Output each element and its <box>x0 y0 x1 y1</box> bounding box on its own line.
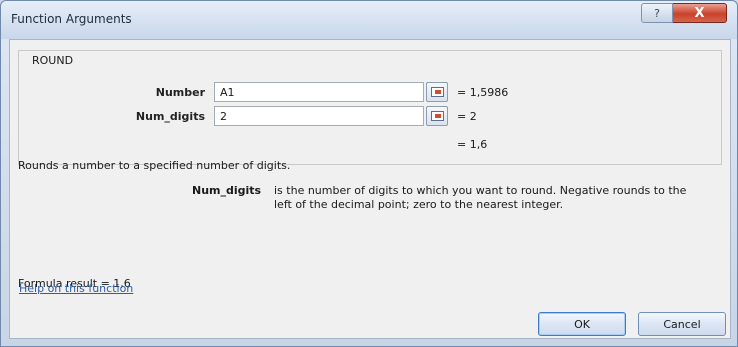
collapse-dialog-icon <box>431 111 444 121</box>
title-bar[interactable]: Function Arguments ? X <box>1 1 737 39</box>
number-input[interactable] <box>214 82 424 102</box>
argument-label-number: Number <box>155 86 205 99</box>
function-arguments-dialog: Function Arguments ? X ROUND Number = 1,… <box>0 0 738 347</box>
arg-help-text-line1: is the number of digits to which you wan… <box>274 184 687 197</box>
title-buttons: ? X <box>641 3 727 23</box>
arg-help-name: Num_digits <box>192 184 262 197</box>
number-range-selector-button[interactable] <box>426 82 448 102</box>
dialog-title: Function Arguments <box>11 12 132 26</box>
cancel-button[interactable]: Cancel <box>638 312 726 336</box>
number-result: = 1,5986 <box>457 86 509 99</box>
function-result: = 1,6 <box>457 138 488 151</box>
num-digits-input[interactable] <box>214 106 424 126</box>
num-digits-range-selector-button[interactable] <box>426 106 448 126</box>
arg-help-text-line2: left of the decimal point; zero to the n… <box>274 198 564 211</box>
close-button[interactable]: X <box>673 3 727 23</box>
collapse-dialog-icon <box>431 87 444 97</box>
function-name: ROUND <box>32 54 74 67</box>
ok-button[interactable]: OK <box>538 312 626 336</box>
function-description: Rounds a number to a specified number of… <box>18 159 291 172</box>
help-on-this-function-link[interactable]: Help on this function <box>19 282 133 295</box>
argument-label-num-digits: Num_digits <box>135 110 205 123</box>
close-icon: X <box>694 5 705 21</box>
question-icon: ? <box>654 6 660 20</box>
num-digits-result: = 2 <box>457 110 477 123</box>
help-button[interactable]: ? <box>641 3 673 23</box>
